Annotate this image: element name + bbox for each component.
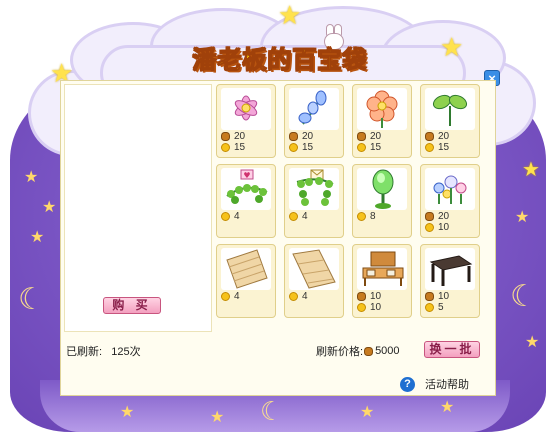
gold-price: 10 (438, 222, 450, 233)
gold-coin-icon (221, 292, 230, 301)
flower-cluster-icon (425, 168, 475, 210)
gold-coin-icon (357, 303, 366, 312)
refresh-batch-button[interactable]: 换一批 (424, 341, 480, 358)
bean-icon (364, 346, 374, 356)
gold-coin-icon (425, 143, 434, 152)
refresh-count: 已刷新: 125次 (66, 343, 141, 359)
bean-icon (289, 132, 298, 141)
item-slot[interactable]: 8 (352, 164, 412, 238)
star-icon: ★ (440, 399, 455, 416)
gold-coin-icon (289, 292, 298, 301)
refresh-price-label: 刷新价格: (316, 346, 364, 358)
star-icon: ★ (210, 409, 225, 426)
gold-coin-icon (221, 143, 230, 152)
gold-price: 4 (302, 211, 308, 222)
gold-coin-icon (357, 212, 366, 221)
bean-icon (221, 132, 230, 141)
moon-icon: ☾ (18, 283, 45, 316)
pink-flower-icon (221, 88, 271, 130)
wooden-bench-icon (357, 248, 407, 290)
star-icon: ★ (440, 32, 464, 62)
gold-coin-icon (289, 143, 298, 152)
orange-flower-icon (357, 88, 407, 130)
bean-price: 20 (302, 131, 314, 142)
gold-price: 10 (370, 302, 382, 313)
gold-coin-icon (221, 212, 230, 221)
gold-price: 15 (370, 142, 382, 153)
star-icon: ★ (515, 209, 530, 226)
ivy-letter-sign-icon (289, 168, 339, 210)
bean-price: 10 (370, 291, 382, 302)
bean-price: 10 (438, 291, 450, 302)
activity-help-link[interactable]: ? 活动帮助 (400, 376, 469, 392)
gold-price: 4 (234, 291, 240, 302)
item-slot[interactable]: 10 10 (352, 244, 412, 318)
item-slot[interactable]: 4 (284, 244, 344, 318)
gold-price: 4 (302, 291, 308, 302)
blue-flower-icon (289, 88, 339, 130)
star-icon: ★ (525, 334, 540, 351)
gold-coin-icon (425, 223, 434, 232)
dark-table-icon (425, 248, 475, 290)
gold-price: 4 (234, 211, 240, 222)
bean-price: 20 (370, 131, 382, 142)
gold-coin-icon (289, 212, 298, 221)
refresh-count-value: 125次 (111, 346, 141, 358)
bean-icon (425, 292, 434, 301)
ivy-heart-sign-icon: ♥ (221, 168, 271, 210)
moon-icon: ☾ (260, 396, 284, 426)
refresh-count-label: 已刷新: (66, 346, 103, 358)
gold-coin-icon (425, 303, 434, 312)
item-preview-area (64, 84, 212, 332)
refresh-price: 刷新价格: 5000 (316, 343, 400, 359)
gold-price: 5 (438, 302, 444, 313)
star-icon: ★ (278, 0, 302, 30)
green-lamp-icon (357, 168, 407, 210)
gold-price: 8 (370, 211, 376, 222)
item-slot[interactable]: 20 15 (352, 84, 412, 158)
green-sprout-icon (425, 88, 475, 130)
bean-price: 20 (234, 131, 246, 142)
moon-icon: ☾ (510, 280, 537, 313)
star-icon: ★ (120, 404, 135, 421)
gold-coin-icon (357, 143, 366, 152)
bean-icon (425, 212, 434, 221)
buy-button[interactable]: 购 买 (103, 297, 161, 314)
title-banner: 潘老板的百宝袋 (180, 40, 380, 76)
bean-icon (425, 132, 434, 141)
star-icon: ★ (522, 159, 540, 181)
item-slot[interactable]: 20 15 (284, 84, 344, 158)
window-title: 潘老板的百宝袋 (192, 46, 368, 75)
bean-price: 20 (438, 131, 450, 142)
star-icon: ★ (24, 169, 39, 186)
item-slot[interactable]: 20 10 (420, 164, 480, 238)
item-slot[interactable]: 4 (284, 164, 344, 238)
bean-icon (357, 132, 366, 141)
gold-price: 15 (302, 142, 314, 153)
item-slot[interactable]: ♥ 4 (216, 164, 276, 238)
svg-text:♥: ♥ (243, 171, 250, 180)
item-slot[interactable]: 20 15 (420, 84, 480, 158)
wood-panel-icon (221, 248, 271, 290)
item-slot[interactable]: 10 5 (420, 244, 480, 318)
gold-price: 15 (234, 142, 246, 153)
star-icon: ★ (42, 199, 57, 216)
item-grid: 20 15 20 15 20 15 20 15 ♥ 4 4 8 20 10 4 … (216, 84, 482, 324)
gold-price: 15 (438, 142, 450, 153)
wood-panel-icon (289, 248, 339, 290)
help-icon: ? (400, 376, 415, 392)
bean-icon (357, 292, 366, 301)
item-slot[interactable]: 4 (216, 244, 276, 318)
star-icon: ★ (360, 404, 375, 421)
item-slot[interactable]: 20 15 (216, 84, 276, 158)
star-icon: ★ (30, 229, 45, 246)
help-label: 活动帮助 (425, 379, 469, 391)
refresh-price-value: 5000 (375, 345, 400, 357)
shop-dialog: ★ ★ ★ ★ ☾ ☾ ☾ ★ ★ ★ ★ ★ ★ ★ ★ ★ 潘老板的百宝袋 … (0, 0, 554, 432)
bean-price: 20 (438, 211, 450, 222)
